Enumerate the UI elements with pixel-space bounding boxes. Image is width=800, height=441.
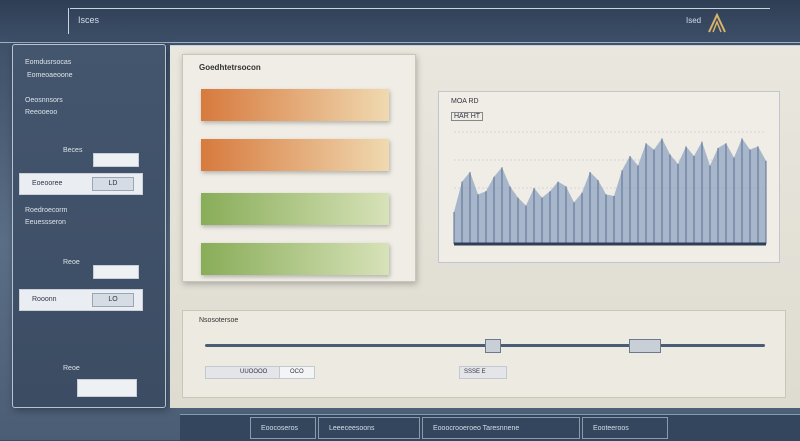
header-divider (68, 8, 69, 34)
tab-1[interactable]: Eoocoseros (250, 417, 316, 439)
field-label: Beces (63, 147, 83, 154)
field-value: OCO (290, 369, 304, 375)
slider-handle[interactable] (485, 339, 501, 353)
sidebar-item-button[interactable]: LO (92, 293, 134, 307)
sidebar-section-label: Reeooeoo (25, 109, 58, 116)
bars-panel: Goedhtetrsocon (182, 54, 416, 282)
sidebar-item-row[interactable]: Rooonn LO (19, 289, 143, 311)
sidebar-item-button[interactable]: LD (92, 177, 134, 191)
app-title: Isces (78, 15, 100, 25)
text-field[interactable]: SSSE E (459, 366, 507, 379)
header-line (70, 8, 770, 9)
sidebar-section-label: Roedroecorm (25, 207, 68, 214)
text-field[interactable]: OCO (279, 366, 315, 379)
sidebar-section-label: Oeosnnsors (25, 97, 63, 104)
field-value: UUOOOO (240, 369, 268, 375)
tab-4[interactable]: Eooteeroos (582, 417, 668, 439)
field-value: SSSE E (464, 369, 486, 375)
sidebar: Eomdusrsocas Eomeoaeoone Oeosnnsors Reeo… (12, 44, 166, 408)
sidebar-item-row[interactable]: Eoeooree LD (19, 173, 143, 195)
sidebar-subtitle: Eomeoaeoone (27, 72, 73, 79)
sidebar-input[interactable] (93, 153, 139, 167)
user-label[interactable]: Ised (686, 16, 701, 25)
field-label: Reoe (63, 259, 80, 266)
slider-handle[interactable] (629, 339, 661, 353)
slider-panel: Nsosotersoe UUOOOO OCO SSSE E (182, 310, 786, 398)
progress-bar[interactable] (201, 89, 389, 121)
tab-3[interactable]: Eooocrooeroeo Taresnnene (422, 417, 580, 439)
sidebar-item-label: Rooonn (32, 296, 57, 303)
progress-bar[interactable] (201, 139, 389, 171)
sidebar-item-label: Eoeooree (32, 180, 63, 187)
footer-bar: Eoocoseros Leeeceesoons Eooocrooeroeo Ta… (180, 414, 800, 441)
panel-title: Goedhtetrsocon (199, 63, 261, 72)
sidebar-title: Eomdusrsocas (25, 59, 72, 66)
top-header: Isces Ised (0, 0, 800, 43)
area-series (454, 138, 766, 244)
progress-bar[interactable] (201, 243, 389, 275)
tab-2[interactable]: Leeeceesoons (318, 417, 420, 439)
sidebar-section-label: Eeuessseron (25, 219, 66, 226)
brand-logo-icon (708, 12, 726, 33)
field-label: Reoe (63, 365, 80, 372)
area-chart (453, 131, 767, 246)
chart-panel: MOA RD HAR HT (438, 91, 780, 263)
panel-title: Nsosotersoe (199, 317, 239, 324)
sidebar-input[interactable] (93, 265, 139, 279)
sidebar-input[interactable] (77, 379, 137, 397)
progress-bar[interactable] (201, 193, 389, 225)
